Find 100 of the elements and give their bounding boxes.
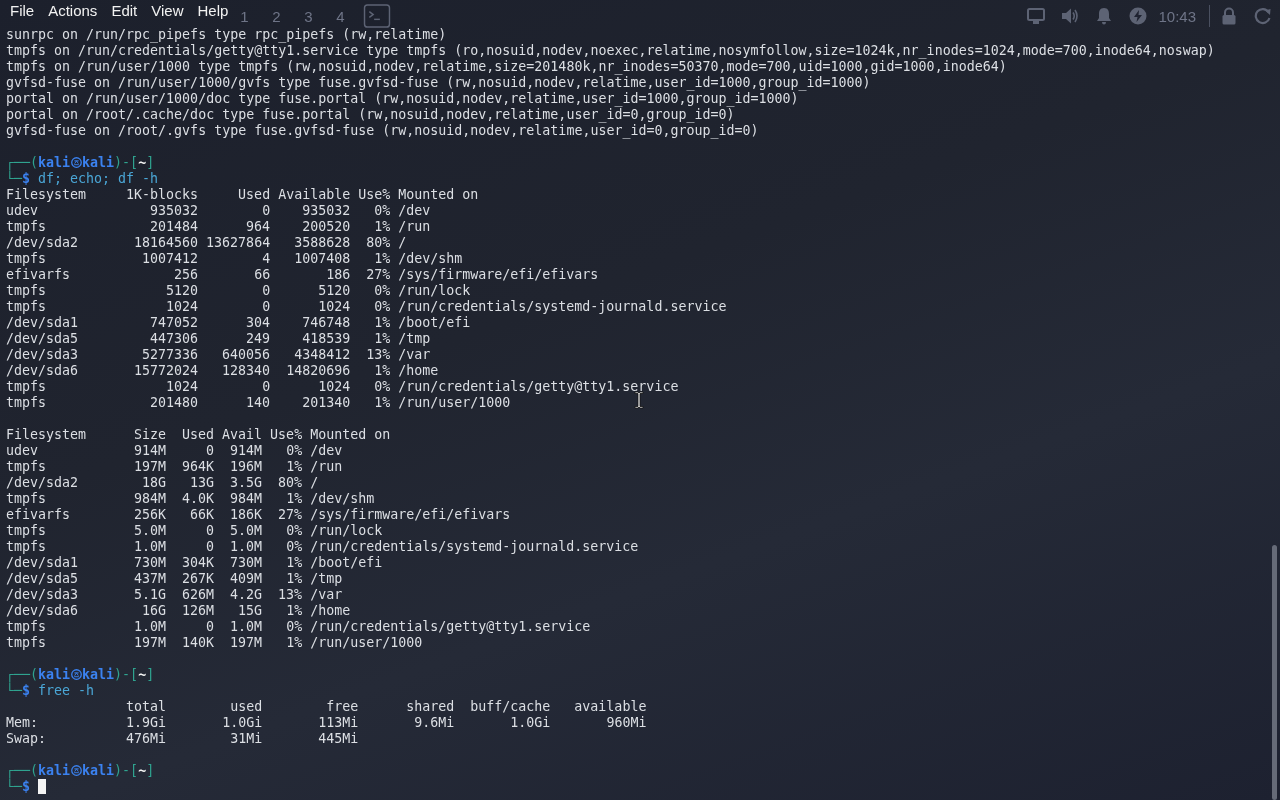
table-cell: 0% (286, 523, 303, 539)
table-cell: 1% (286, 635, 303, 651)
table-cell: 1% (286, 571, 303, 587)
menu-item[interactable]: Edit (104, 0, 145, 22)
table-cell: 5.0M (134, 523, 167, 539)
table-cell: 186 (326, 267, 351, 283)
table-cell: 196M (230, 459, 263, 475)
output-line: gvfsd-fuse on /run/user/1000/gvfs type fuse.gvfsd-fuse (rw,nosuid,nodev,relatime,user_id=1000,group_id=1000) (6, 75, 871, 91)
menu-item[interactable]: File (3, 0, 42, 22)
prompt-frame: ] (146, 667, 155, 682)
table-cell: 9.6Mi (414, 715, 455, 731)
table-cell: tmpfs (6, 619, 47, 635)
column-header: Used (182, 427, 215, 443)
table-cell: /run/lock (310, 523, 383, 539)
table-cell: 1024 (166, 299, 199, 315)
workspace-button[interactable]: 3 (300, 6, 317, 26)
table-cell: 1.0M (134, 619, 167, 635)
table-cell: 304K (182, 555, 215, 571)
table-cell: 984M (134, 491, 167, 507)
table-cell: 0% (374, 299, 391, 315)
bell-icon[interactable] (1095, 7, 1114, 25)
table-cell: /run/credentials/getty@tty1.service (310, 619, 591, 635)
prompt-username: kali (38, 155, 71, 170)
table-cell: /dev/sda5 (6, 571, 79, 587)
table-cell: 113Mi (318, 715, 359, 731)
table-cell: 0% (374, 203, 391, 219)
column-header: available (574, 699, 647, 715)
table-cell: /home (398, 363, 439, 379)
monitor-icon[interactable] (1027, 7, 1046, 25)
table-cell: 964K (182, 459, 215, 475)
table-cell: 4348412 (294, 347, 351, 363)
menu-item[interactable]: Actions (41, 0, 105, 22)
table-cell: 197M (134, 459, 167, 475)
prompt-directory: ~ (138, 155, 147, 170)
table-cell: /dev (398, 203, 431, 219)
table-cell: 256 (174, 267, 199, 283)
table-cell: 1% (374, 251, 391, 267)
table-cell: 16G (142, 603, 167, 619)
command-text: free -h (38, 683, 95, 698)
table-cell: /run/user/1000 (310, 635, 423, 651)
table-cell: 0% (286, 619, 303, 635)
menu-item[interactable]: Help (190, 0, 236, 22)
table-cell: 80% (366, 235, 391, 251)
table-cell: 0% (286, 443, 303, 459)
table-cell: 267K (182, 571, 215, 587)
table-cell: tmpfs (6, 459, 47, 475)
lock-icon[interactable] (1220, 7, 1238, 25)
table-cell: 4 (262, 251, 271, 267)
lightning-bolt-icon[interactable] (1129, 7, 1148, 25)
menu-item[interactable]: View (144, 0, 191, 22)
table-cell: 730M (230, 555, 263, 571)
table-cell: 418539 (302, 331, 351, 347)
table-cell: /run (310, 459, 343, 475)
output-line: tmpfs on /run/user/1000 type tmpfs (rw,nosuid,nodev,relatime,size=201480k,nr_inodes=50370,mode=700,uid=1000,gid=1000,inode64) (6, 59, 1007, 75)
speaker-icon[interactable] (1061, 7, 1080, 25)
circular-arrow-icon[interactable] (1254, 7, 1272, 25)
prompt-hostname: kali (82, 763, 115, 778)
table-cell: 201480 (150, 395, 199, 411)
table-cell: 140K (182, 635, 215, 651)
table-cell: 914M (134, 443, 167, 459)
table-cell: 0% (286, 539, 303, 555)
column-header: free (326, 699, 359, 715)
table-cell: 1007408 (294, 251, 351, 267)
table-cell: 1% (374, 395, 391, 411)
table-cell: 201484 (150, 219, 199, 235)
workspace-button[interactable]: 2 (268, 6, 285, 26)
table-cell: tmpfs (6, 395, 47, 411)
table-cell: 1.0Gi (222, 715, 263, 731)
column-header: total (126, 699, 167, 715)
table-cell: 0% (374, 283, 391, 299)
column-header: Available (278, 187, 351, 203)
terminal-icon[interactable] (363, 4, 392, 28)
table-cell: 0 (262, 379, 271, 395)
column-header: Filesystem (6, 427, 87, 443)
prompt-frame: ] (146, 763, 155, 778)
table-cell: 13627864 (206, 235, 271, 251)
table-cell: efivarfs (6, 267, 71, 283)
column-header: Filesystem (6, 187, 87, 203)
table-cell: /sys/firmware/efi/efivars (398, 267, 599, 283)
table-cell: 13G (190, 475, 215, 491)
table-cell: 31Mi (230, 731, 263, 747)
table-cell: /run/credentials/systemd-journald.service (398, 299, 727, 315)
prompt-symbol: $ (22, 779, 31, 794)
table-cell: 140 (246, 395, 271, 411)
table-cell: 1% (374, 363, 391, 379)
table-cell: tmpfs (6, 251, 47, 267)
table-cell: 1.0M (134, 539, 167, 555)
table-cell: / (398, 235, 407, 251)
prompt-frame: ] (146, 155, 155, 170)
column-header: Avail (222, 427, 263, 443)
table-cell: 15772024 (134, 363, 199, 379)
table-cell: 66 (254, 267, 271, 283)
table-cell: / (310, 475, 319, 491)
table-cell: 197M (134, 635, 167, 651)
table-cell: Swap: (6, 731, 47, 747)
table-cell: 5277336 (142, 347, 199, 363)
scrollbar-thumb[interactable] (1272, 545, 1277, 800)
table-cell: 1.0M (230, 539, 263, 555)
prompt-frame: ┌──( (6, 155, 39, 170)
table-cell: tmpfs (6, 299, 47, 315)
